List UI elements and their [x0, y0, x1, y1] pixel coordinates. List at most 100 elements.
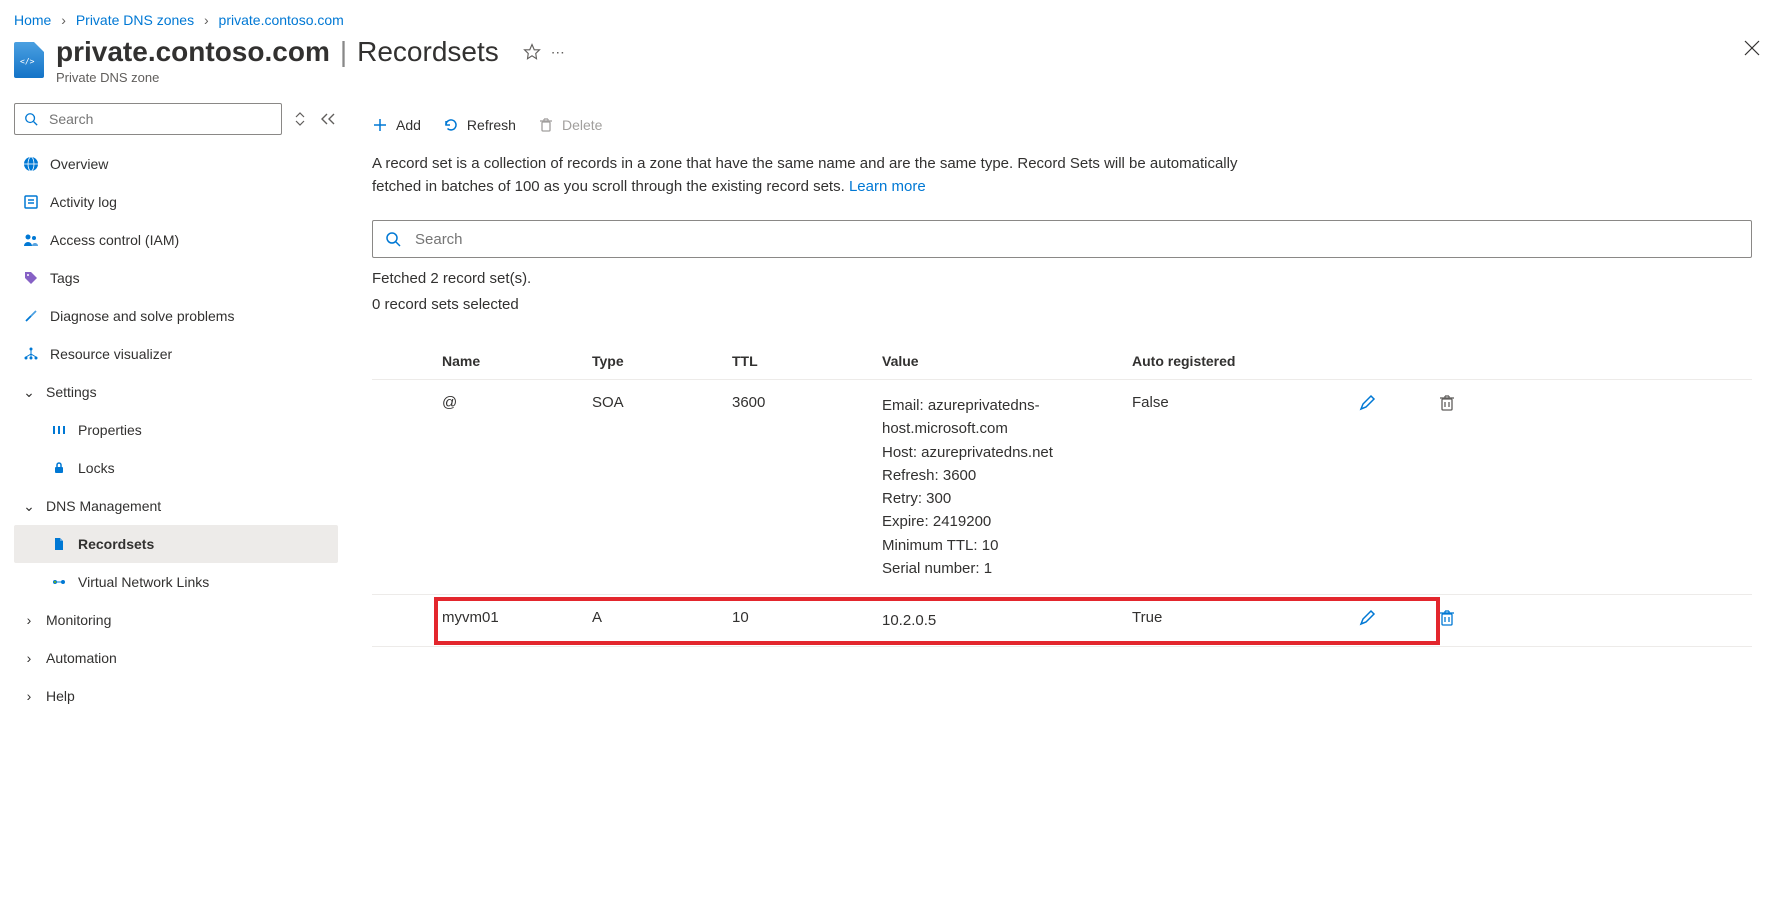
- sidebar-group-settings[interactable]: ⌄ Settings: [14, 373, 338, 411]
- chevron-down-icon: ⌄: [22, 498, 36, 515]
- resource-type-icon: </>: [14, 42, 44, 78]
- sidebar-group-label: Help: [46, 688, 75, 704]
- sidebar-item-label: Tags: [50, 270, 80, 286]
- cell-ttl: 10: [732, 609, 882, 626]
- hierarchy-icon: [22, 345, 40, 363]
- breadcrumb: Home › Private DNS zones › private.conto…: [14, 8, 1770, 36]
- sidebar-item-label: Properties: [78, 422, 142, 438]
- record-value-line: Expire: 2419200: [882, 510, 1132, 533]
- refresh-button[interactable]: Refresh: [443, 117, 516, 133]
- cell-type: SOA: [592, 394, 732, 411]
- chevron-down-icon: ⌄: [22, 384, 36, 401]
- sidebar-item-diagnose[interactable]: Diagnose and solve problems: [14, 297, 338, 335]
- toolbar-label: Add: [396, 117, 421, 133]
- sidebar-item-label: Virtual Network Links: [78, 574, 209, 590]
- svg-text:</>: </>: [20, 57, 35, 66]
- sidebar-group-help[interactable]: › Help: [14, 677, 338, 715]
- records-search[interactable]: [372, 220, 1752, 258]
- sidebar-collapse-toggle[interactable]: [318, 111, 338, 127]
- toolbar-label: Delete: [562, 117, 602, 133]
- favorite-star-icon[interactable]: [523, 43, 541, 61]
- people-icon: [22, 231, 40, 249]
- delete-row-button[interactable]: [1412, 394, 1482, 412]
- records-search-input[interactable]: [413, 230, 1739, 249]
- sidebar-item-label: Resource visualizer: [50, 346, 172, 362]
- sidebar-item-recordsets[interactable]: Recordsets: [14, 525, 338, 563]
- wrench-icon: [22, 307, 40, 325]
- sidebar-sort-toggle[interactable]: [292, 110, 308, 128]
- col-type: Type: [592, 353, 732, 369]
- chevron-right-icon: ›: [22, 688, 36, 704]
- sidebar-group-label: Monitoring: [46, 612, 111, 628]
- document-icon: [50, 535, 68, 553]
- page-title: Recordsets: [357, 36, 499, 68]
- activity-log-icon: [22, 193, 40, 211]
- sidebar-item-visualizer[interactable]: Resource visualizer: [14, 335, 338, 373]
- globe-icon: [22, 155, 40, 173]
- description-text: A record set is a collection of records …: [372, 153, 1272, 198]
- sidebar-item-label: Locks: [78, 460, 115, 476]
- cell-name: @: [442, 394, 592, 411]
- toolbar: Add Refresh Delete: [372, 103, 1752, 147]
- breadcrumb-zones[interactable]: Private DNS zones: [76, 12, 194, 28]
- record-value-line: Host: azureprivatedns.net: [882, 441, 1132, 464]
- col-value: Value: [882, 353, 1132, 369]
- record-value-line: Minimum TTL: 10: [882, 534, 1132, 557]
- chevron-right-icon: ›: [22, 612, 36, 628]
- sidebar-item-label: Recordsets: [78, 536, 154, 552]
- cell-ttl: 3600: [732, 394, 882, 411]
- toolbar-label: Refresh: [467, 117, 516, 133]
- lock-icon: [50, 459, 68, 477]
- resource-name: private.contoso.com: [56, 36, 330, 68]
- sidebar-item-vnet-links[interactable]: Virtual Network Links: [14, 563, 338, 601]
- resource-type-label: Private DNS zone: [56, 70, 565, 85]
- breadcrumb-current[interactable]: private.contoso.com: [219, 12, 344, 28]
- table-row[interactable]: myvm01A1010.2.0.5True: [372, 595, 1752, 647]
- close-blade-button[interactable]: [1734, 36, 1770, 60]
- add-button[interactable]: Add: [372, 117, 421, 133]
- sidebar-item-label: Access control (IAM): [50, 232, 179, 248]
- sidebar-item-label: Overview: [50, 156, 108, 172]
- sidebar-item-iam[interactable]: Access control (IAM): [14, 221, 338, 259]
- properties-icon: [50, 421, 68, 439]
- record-value-line: Serial number: 1: [882, 557, 1132, 580]
- edit-row-button[interactable]: [1322, 394, 1412, 412]
- sidebar-item-activity-log[interactable]: Activity log: [14, 183, 338, 221]
- edit-row-button[interactable]: [1322, 609, 1412, 627]
- sidebar-group-monitoring[interactable]: › Monitoring: [14, 601, 338, 639]
- col-auto: Auto registered: [1132, 353, 1322, 369]
- recordset-table: Name Type TTL Value Auto registered @SOA…: [372, 343, 1752, 647]
- sidebar-search-input[interactable]: [47, 110, 273, 128]
- selected-count: 0 record sets selected: [372, 292, 1752, 318]
- sidebar-item-locks[interactable]: Locks: [14, 449, 338, 487]
- sidebar-item-label: Activity log: [50, 194, 117, 210]
- sidebar-group-dns[interactable]: ⌄ DNS Management: [14, 487, 338, 525]
- cell-auto: False: [1132, 394, 1322, 411]
- col-ttl: TTL: [732, 353, 882, 369]
- record-value-line: Refresh: 3600: [882, 464, 1132, 487]
- tag-icon: [22, 269, 40, 287]
- sidebar-item-overview[interactable]: Overview: [14, 145, 338, 183]
- fetched-count: Fetched 2 record set(s).: [372, 266, 1752, 292]
- sidebar-search[interactable]: [14, 103, 282, 135]
- more-menu-icon[interactable]: ⋯: [551, 44, 565, 61]
- delete-button: Delete: [538, 117, 602, 133]
- chevron-right-icon: ›: [22, 650, 36, 666]
- sidebar-group-label: DNS Management: [46, 498, 161, 514]
- main-content: Add Refresh Delete A record set is a col…: [338, 103, 1770, 715]
- plus-icon: [372, 117, 388, 133]
- delete-row-button[interactable]: [1412, 609, 1482, 627]
- sidebar-group-label: Automation: [46, 650, 117, 666]
- cell-name: myvm01: [442, 609, 592, 626]
- record-value-line: Email: azureprivatedns-host.microsoft.co…: [882, 394, 1132, 441]
- network-link-icon: [50, 573, 68, 591]
- sidebar: Overview Activity log Access control (IA…: [14, 103, 338, 715]
- col-name: Name: [442, 353, 592, 369]
- breadcrumb-home[interactable]: Home: [14, 12, 51, 28]
- sidebar-item-properties[interactable]: Properties: [14, 411, 338, 449]
- sidebar-item-tags[interactable]: Tags: [14, 259, 338, 297]
- learn-more-link[interactable]: Learn more: [849, 178, 926, 195]
- sidebar-group-automation[interactable]: › Automation: [14, 639, 338, 677]
- table-row[interactable]: @SOA3600Email: azureprivatedns-host.micr…: [372, 380, 1752, 595]
- refresh-icon: [443, 117, 459, 133]
